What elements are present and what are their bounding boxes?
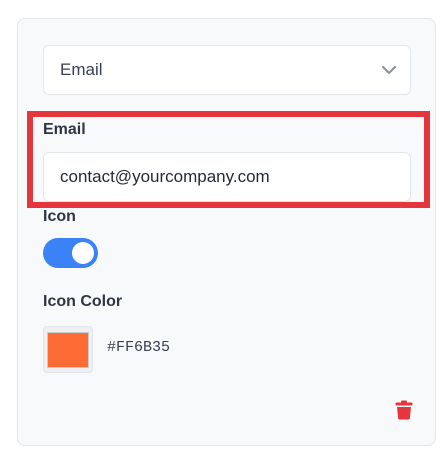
contact-type-select[interactable]: Email (43, 45, 411, 95)
toggle-knob (72, 242, 94, 264)
chevron-down-icon (382, 63, 396, 77)
icon-color-picker[interactable] (43, 326, 93, 373)
icon-color-label: Icon Color (43, 293, 123, 310)
icon-toggle[interactable] (43, 238, 98, 268)
icon-label: Icon (43, 208, 76, 225)
email-label: Email (43, 121, 86, 138)
email-input[interactable] (43, 152, 411, 202)
color-swatch (47, 331, 89, 368)
contact-type-value: Email (60, 60, 103, 79)
icon-color-hex: #FF6B35 (107, 339, 171, 356)
trash-icon[interactable] (393, 399, 415, 421)
contact-item-card: Email Email Icon Icon Color #FF6B35 (17, 18, 436, 446)
